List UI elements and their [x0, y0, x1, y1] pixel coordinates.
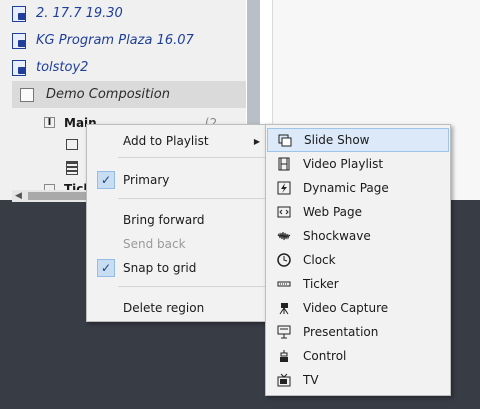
tree-item-2[interactable]: KG Program Plaza 16.07 [12, 27, 194, 54]
tree-item-3[interactable]: tolstoy2 [12, 54, 88, 81]
add-to-playlist-submenu: Slide Show Video Playlist Dynamic Page W… [265, 124, 451, 396]
region-icon: I [44, 117, 55, 128]
submenu-item-video-playlist[interactable]: Video Playlist [267, 152, 449, 176]
submenu-arrow-icon: ▶ [253, 136, 260, 146]
menu-item-label: Bring forward [123, 213, 205, 227]
menu-item-label: Send back [123, 237, 186, 251]
lightning-icon [276, 180, 292, 196]
menu-item-label: TV [303, 373, 319, 387]
submenu-item-control[interactable]: Control [267, 344, 449, 368]
scroll-thumb[interactable] [28, 192, 88, 200]
code-brackets-icon [276, 204, 292, 220]
waveform-icon [276, 228, 292, 244]
context-menu: Add to Playlist ▶ ✓ Primary Bring forwar… [86, 124, 270, 322]
film-icon [66, 161, 78, 175]
scroll-left-icon[interactable]: ◀ [15, 191, 22, 201]
menu-item-label: Dynamic Page [303, 181, 389, 195]
menu-item-add-to-playlist[interactable]: Add to Playlist ▶ [88, 129, 268, 153]
submenu-item-tv[interactable]: TV [267, 368, 449, 392]
clock-icon [276, 252, 292, 268]
menu-item-bring-forward[interactable]: Bring forward [88, 208, 268, 232]
locked-playlist-icon [12, 59, 28, 76]
composition-icon [20, 87, 34, 102]
tree-item-label: tolstoy2 [36, 60, 89, 75]
tree-item-label: 2. 17.7 19.30 [36, 6, 123, 21]
menu-separator [118, 286, 267, 287]
tv-icon [276, 372, 292, 388]
menu-item-delete-region[interactable]: Delete region [88, 296, 268, 320]
control-icon [276, 348, 292, 364]
menu-item-label: Snap to grid [123, 261, 197, 275]
menu-item-label: Primary [123, 173, 170, 187]
menu-separator [118, 157, 267, 158]
presentation-icon [276, 324, 292, 340]
menu-item-label: Shockwave [303, 229, 371, 243]
menu-separator [118, 198, 267, 199]
menu-item-label: Slide Show [304, 133, 370, 147]
submenu-item-web-page[interactable]: Web Page [267, 200, 449, 224]
menu-item-label: Video Playlist [303, 157, 384, 171]
menu-item-send-back: Send back [88, 232, 268, 256]
ticker-icon [276, 276, 292, 292]
checkmark-icon: ✓ [97, 259, 115, 277]
locked-playlist-icon [12, 5, 28, 22]
tree-item-composition[interactable]: Demo Composition [12, 81, 246, 108]
submenu-item-slide-show[interactable]: Slide Show [267, 128, 449, 152]
menu-item-label: Video Capture [303, 301, 389, 315]
menu-item-label: Delete region [123, 301, 205, 315]
menu-item-label: Add to Playlist [123, 134, 209, 148]
submenu-item-clock[interactable]: Clock [267, 248, 449, 272]
menu-item-label: Control [303, 349, 347, 363]
slideshow-icon [66, 139, 78, 150]
slideshow-icon [277, 133, 293, 149]
menu-item-label: Ticker [303, 277, 339, 291]
submenu-item-dynamic-page[interactable]: Dynamic Page [267, 176, 449, 200]
menu-item-primary[interactable]: ✓ Primary [88, 168, 268, 192]
camera-icon [276, 300, 292, 316]
menu-item-label: Presentation [303, 325, 379, 339]
checkmark-icon: ✓ [97, 171, 115, 189]
menu-item-label: Clock [303, 253, 336, 267]
submenu-item-video-capture[interactable]: Video Capture [267, 296, 449, 320]
tree-item-label: Demo Composition [46, 87, 170, 102]
menu-item-label: Web Page [303, 205, 363, 219]
locked-playlist-icon [12, 32, 28, 49]
submenu-item-shockwave[interactable]: Shockwave [267, 224, 449, 248]
menu-item-snap-to-grid[interactable]: ✓ Snap to grid [88, 256, 268, 280]
submenu-item-presentation[interactable]: Presentation [267, 320, 449, 344]
tree-item-label: KG Program Plaza 16.07 [36, 33, 194, 48]
submenu-item-ticker[interactable]: Ticker [267, 272, 449, 296]
tree-item-1[interactable]: 2. 17.7 19.30 [12, 0, 123, 27]
film-icon [276, 156, 292, 172]
